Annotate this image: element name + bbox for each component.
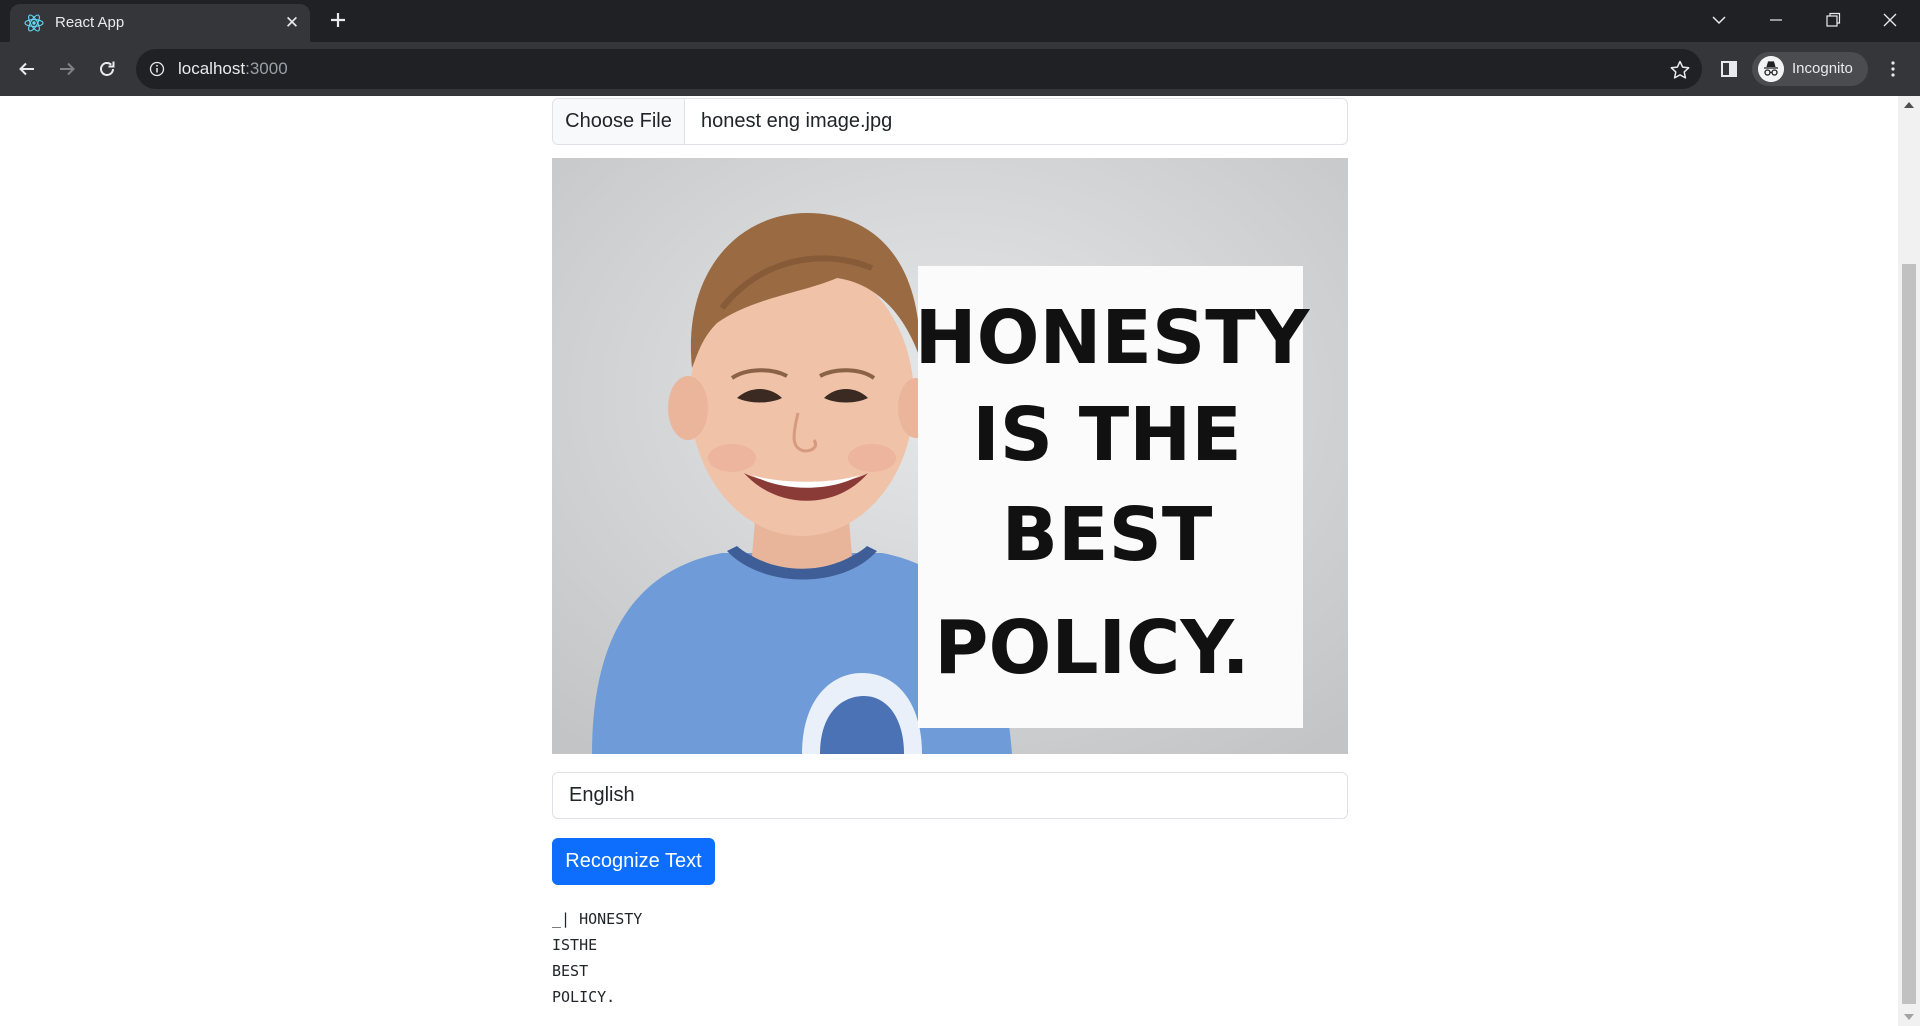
side-panel-button[interactable] bbox=[1715, 55, 1743, 83]
address-bar[interactable]: localhost:3000 bbox=[136, 49, 1702, 89]
preview-image: HONESTY IS THE BEST POLICY. bbox=[552, 158, 1348, 754]
recognize-text-button[interactable]: Recognize Text bbox=[552, 838, 715, 885]
forward-icon bbox=[60, 62, 75, 76]
result-line: BEST bbox=[552, 962, 589, 980]
poster-line-3: BEST bbox=[1002, 492, 1213, 578]
react-logo-icon bbox=[24, 14, 44, 32]
poster-line-2: IS THE bbox=[972, 392, 1242, 478]
scroll-up-arrow-icon[interactable] bbox=[1904, 102, 1914, 108]
result-line: _| HONESTY bbox=[552, 910, 643, 928]
scroll-down-arrow-icon[interactable] bbox=[1904, 1014, 1914, 1020]
info-icon[interactable] bbox=[149, 61, 165, 77]
result-line: POLICY. bbox=[552, 988, 616, 1006]
browser-tab[interactable]: React App ✕ bbox=[10, 4, 310, 42]
tab-title: React App bbox=[55, 14, 125, 31]
minimize-icon bbox=[1770, 19, 1782, 21]
minimize-button[interactable] bbox=[1756, 6, 1796, 34]
reload-icon bbox=[100, 61, 115, 76]
profile-label: Incognito bbox=[1792, 60, 1853, 77]
scrollbar-thumb[interactable] bbox=[1902, 264, 1916, 1004]
back-button[interactable] bbox=[13, 55, 41, 83]
choose-file-button[interactable]: Choose File bbox=[553, 99, 685, 144]
star-icon[interactable] bbox=[1669, 59, 1691, 81]
recognized-text-output: _| HONESTY ISTHE BEST POLICY. bbox=[552, 906, 642, 1010]
browser-titlebar: React App ✕ bbox=[0, 0, 1920, 42]
poster-line-4: POLICY. bbox=[934, 605, 1250, 691]
incognito-profile-button[interactable]: Incognito bbox=[1752, 52, 1868, 86]
close-icon bbox=[1883, 13, 1897, 27]
kebab-menu-icon bbox=[1891, 61, 1895, 77]
plus-icon[interactable] bbox=[326, 8, 350, 32]
uploaded-image-preview: HONESTY IS THE BEST POLICY. bbox=[552, 158, 1348, 754]
page-scrollbar[interactable] bbox=[1898, 96, 1920, 1026]
url-text[interactable]: localhost:3000 bbox=[178, 59, 288, 79]
incognito-icon bbox=[1758, 56, 1784, 82]
back-icon bbox=[19, 62, 34, 76]
tab-search-button[interactable] bbox=[1699, 6, 1739, 34]
page-viewport: Choose File honest eng image.jpg HONESTY… bbox=[0, 96, 1898, 1026]
restore-button[interactable] bbox=[1813, 6, 1853, 34]
window-close-button[interactable] bbox=[1870, 6, 1910, 34]
poster-line-1: HONESTY bbox=[915, 295, 1311, 381]
language-selected-value: English bbox=[569, 784, 635, 806]
side-panel-icon bbox=[1721, 61, 1737, 77]
forward-button[interactable] bbox=[53, 55, 81, 83]
chevron-down-icon bbox=[1712, 16, 1726, 25]
reload-button[interactable] bbox=[93, 55, 121, 83]
language-select[interactable]: English bbox=[552, 772, 1348, 819]
close-icon[interactable]: ✕ bbox=[282, 13, 302, 33]
result-line: ISTHE bbox=[552, 936, 598, 954]
browser-menu-button[interactable] bbox=[1879, 55, 1907, 83]
restore-icon bbox=[1826, 12, 1841, 27]
browser-toolbar: localhost:3000 Incognito bbox=[0, 42, 1920, 96]
selected-file-name: honest eng image.jpg bbox=[701, 110, 893, 132]
file-input[interactable]: Choose File honest eng image.jpg bbox=[552, 98, 1348, 145]
